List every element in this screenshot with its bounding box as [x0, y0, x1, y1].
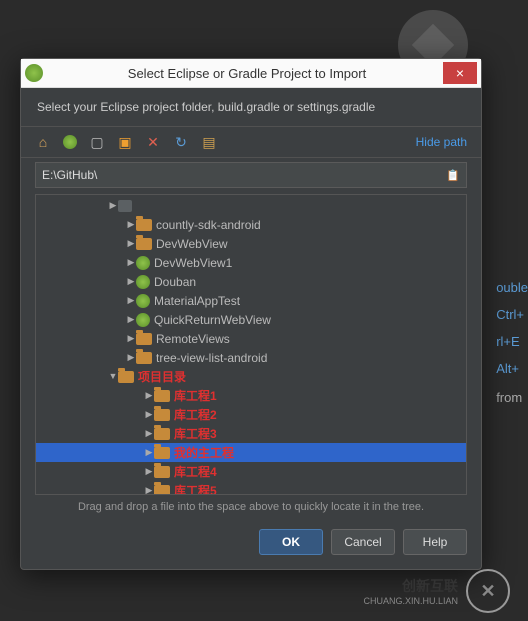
folder-icon: [154, 485, 170, 496]
tree-row[interactable]: ▶: [36, 196, 466, 215]
tree-item-label: 库工程1: [174, 387, 217, 404]
home-icon[interactable]: ⌂: [35, 134, 51, 150]
delete-icon[interactable]: ✕: [145, 134, 161, 150]
folder-icon: [136, 352, 152, 364]
dialog-subheader: Select your Eclipse project folder, buil…: [21, 88, 481, 127]
tree-item-label: Douban: [154, 275, 196, 289]
help-button[interactable]: Help: [403, 529, 467, 555]
tree-row[interactable]: ▶ 库工程3: [36, 424, 466, 443]
import-project-dialog: Select Eclipse or Gradle Project to Impo…: [20, 58, 482, 570]
expand-icon[interactable]: ▶: [126, 333, 136, 344]
folder-icon: [118, 200, 132, 212]
tree-row[interactable]: ▶ DevWebView: [36, 234, 466, 253]
brand-cn: 创新互联: [363, 576, 458, 596]
android-project-icon: [136, 275, 150, 289]
tree-item-label: tree-view-list-android: [156, 351, 267, 365]
expand-icon[interactable]: ▶: [144, 390, 154, 401]
hint-item: Ctrl+: [496, 307, 528, 322]
tree-row[interactable]: ▶ RemoteViews: [36, 329, 466, 348]
folder-icon: [118, 371, 134, 383]
dialog-titlebar: Select Eclipse or Gradle Project to Impo…: [21, 59, 481, 88]
expand-icon[interactable]: ▼: [108, 371, 118, 381]
android-project-icon: [136, 256, 150, 270]
show-hidden-icon[interactable]: ▤: [201, 134, 217, 150]
toolbar: ⌂ ▢ ▣ ✕ ↻ ▤ Hide path: [21, 127, 481, 158]
tree-item-label: MaterialAppTest: [154, 294, 240, 308]
folder-icon: [154, 466, 170, 478]
file-tree[interactable]: ▶ ▶ countly-sdk-android ▶ DevWebView ▶ DevWebV…: [35, 194, 467, 495]
brand-en: CHUANG.XIN.HU.LIAN: [363, 596, 458, 606]
tree-item-label: 库工程4: [174, 463, 217, 480]
hint-item: Alt+: [496, 361, 528, 376]
tree-item-label: 库工程5: [174, 482, 217, 495]
watermark: 创新互联 CHUANG.XIN.HU.LIAN ✕: [363, 569, 510, 613]
expand-icon[interactable]: ▶: [126, 276, 136, 287]
tree-row[interactable]: ▶ QuickReturnWebView: [36, 310, 466, 329]
tree-item-label: DevWebView: [156, 237, 228, 251]
expand-icon[interactable]: ▶: [126, 219, 136, 230]
expand-icon[interactable]: ▶: [126, 238, 136, 249]
expand-icon[interactable]: ▶: [144, 428, 154, 439]
folder-icon: [154, 447, 170, 459]
tree-row[interactable]: ▶ 库工程4: [36, 462, 466, 481]
tree-row[interactable]: ▶ MaterialAppTest: [36, 291, 466, 310]
tree-item-label: 我的主工程: [174, 444, 234, 461]
project-icon[interactable]: [63, 135, 77, 149]
hint-item: rl+E: [496, 334, 528, 349]
expand-icon[interactable]: ▶: [126, 257, 136, 268]
android-project-icon: [136, 294, 150, 308]
path-input-value: E:\GitHub\: [42, 168, 97, 182]
tree-row[interactable]: ▶ 库工程2: [36, 405, 466, 424]
expand-icon[interactable]: ▶: [144, 447, 154, 458]
dialog-buttons: OK Cancel Help: [21, 519, 481, 569]
drag-drop-hint: Drag and drop a file into the space abov…: [21, 495, 481, 519]
title-app-icon: [25, 64, 43, 82]
tree-row[interactable]: ▶ Douban: [36, 272, 466, 291]
tree-item-label: 库工程3: [174, 425, 217, 442]
expand-icon[interactable]: ▶: [144, 409, 154, 420]
tree-item-label: countly-sdk-android: [156, 218, 261, 232]
tree-row[interactable]: ▶ tree-view-list-android: [36, 348, 466, 367]
tree-item-label: RemoteViews: [156, 332, 230, 346]
new-folder-icon[interactable]: ▢: [89, 134, 105, 150]
background-shortcut-hints: ouble Ctrl+ rl+E Alt+ from: [496, 280, 528, 417]
path-input[interactable]: E:\GitHub\ 📋: [35, 162, 467, 188]
module-folder-icon[interactable]: ▣: [117, 134, 133, 150]
tree-row[interactable]: ▶ DevWebView1: [36, 253, 466, 272]
hint-from: from: [496, 390, 528, 405]
android-project-icon: [136, 313, 150, 327]
tree-row[interactable]: ▶ 我的主工程: [36, 443, 466, 462]
expand-icon[interactable]: ▶: [144, 485, 154, 495]
close-button[interactable]: ×: [443, 62, 477, 84]
hide-path-link[interactable]: Hide path: [416, 135, 467, 149]
folder-icon: [136, 219, 152, 231]
expand-icon[interactable]: ▶: [126, 352, 136, 363]
history-dropdown-icon[interactable]: 📋: [446, 169, 460, 182]
tree-row[interactable]: ▶ countly-sdk-android: [36, 215, 466, 234]
tree-row[interactable]: ▼ 项目目录: [36, 367, 466, 386]
brand-mark-icon: ✕: [466, 569, 510, 613]
hint-item: ouble: [496, 280, 528, 295]
expand-icon[interactable]: ▶: [126, 295, 136, 306]
tree-row[interactable]: ▶ 库工程5: [36, 481, 466, 495]
dialog-title: Select Eclipse or Gradle Project to Impo…: [51, 66, 443, 81]
cancel-button[interactable]: Cancel: [331, 529, 395, 555]
tree-item-label: DevWebView1: [154, 256, 232, 270]
tree-item-label: 项目目录: [138, 368, 186, 385]
refresh-icon[interactable]: ↻: [173, 134, 189, 150]
expand-icon[interactable]: ▶: [144, 466, 154, 477]
folder-icon: [154, 428, 170, 440]
folder-icon: [136, 238, 152, 250]
tree-item-label: 库工程2: [174, 406, 217, 423]
expand-icon[interactable]: ▶: [126, 314, 136, 325]
folder-icon: [136, 333, 152, 345]
tree-item-label: QuickReturnWebView: [154, 313, 271, 327]
ok-button[interactable]: OK: [259, 529, 323, 555]
folder-icon: [154, 409, 170, 421]
tree-row[interactable]: ▶ 库工程1: [36, 386, 466, 405]
folder-icon: [154, 390, 170, 402]
